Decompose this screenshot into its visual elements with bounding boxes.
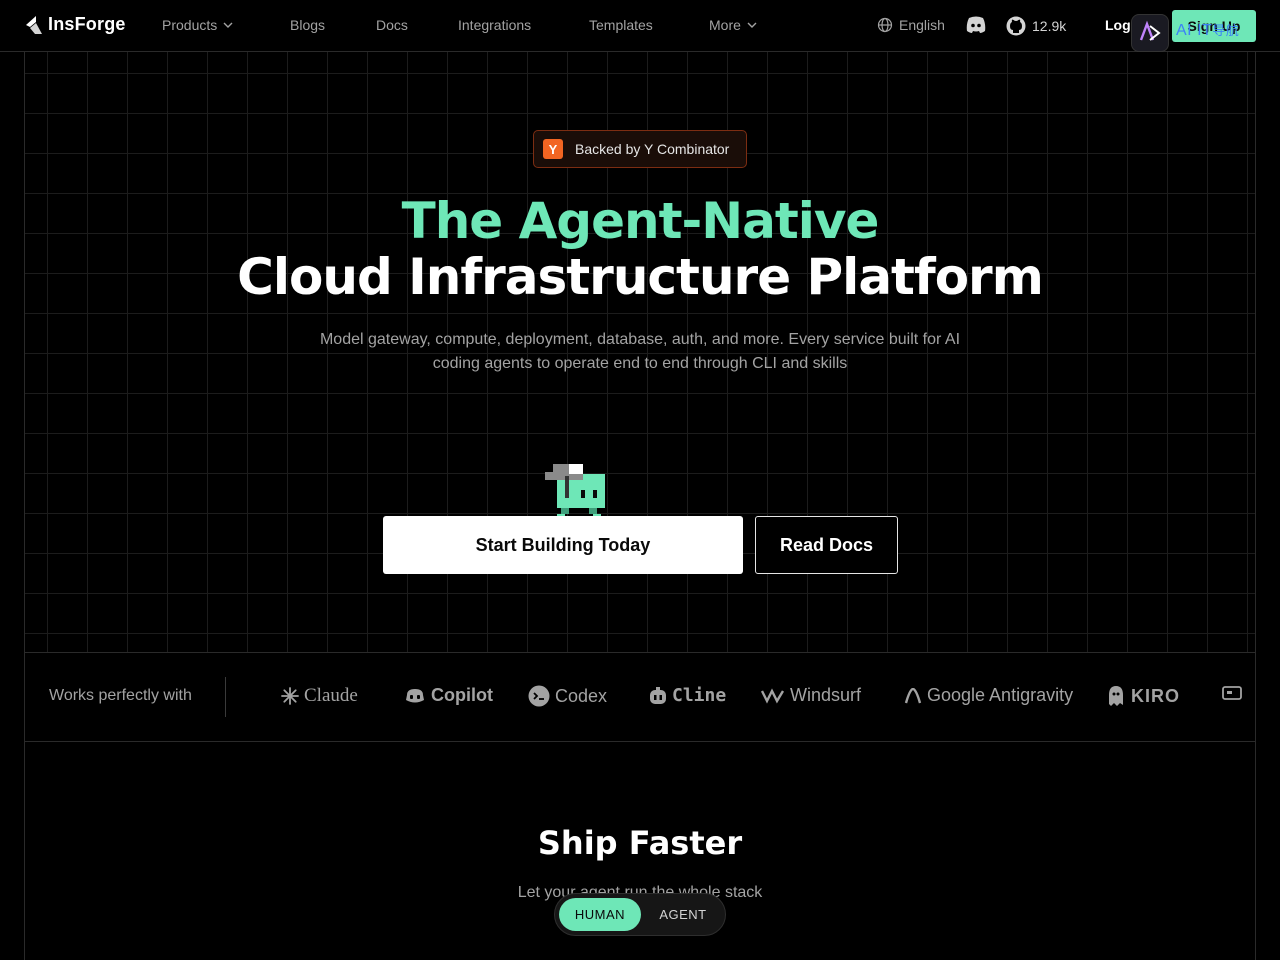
windsurf-icon [761, 687, 785, 704]
github-icon [1006, 16, 1026, 36]
partner-windsurf[interactable]: Windsurf [761, 685, 861, 706]
partner-windsurf-label: Windsurf [790, 685, 862, 705]
partner-codex-label: Codex [555, 685, 608, 706]
github-link[interactable]: 12.9k [1006, 16, 1066, 36]
mascot-robot-icon [545, 464, 605, 518]
claude-icon [281, 687, 299, 705]
ship-faster-title: Ship Faster [537, 824, 743, 862]
brand-logo[interactable]: InsForge [24, 14, 126, 35]
nav-integrations-label: Integrations [458, 17, 532, 33]
top-nav: InsForge Products Blogs Docs Integration… [0, 0, 1280, 52]
chevron-down-icon [747, 22, 757, 28]
toggle-human[interactable]: HUMAN [559, 898, 641, 931]
partner-antigravity-label: Google Antigravity [927, 685, 1074, 705]
extension-overlay-text: AI IT导航 [1176, 20, 1239, 40]
strip-divider [225, 677, 226, 717]
extension-text: AI IT [1176, 22, 1213, 39]
human-agent-toggle: HUMAN AGENT [554, 893, 726, 936]
kiro-icon [1109, 686, 1123, 706]
start-building-button[interactable]: Start Building Today [383, 516, 743, 574]
chevron-down-icon [223, 22, 233, 28]
partner-claude-label: Claude [304, 685, 358, 706]
hero-subtitle: Model gateway, compute, deployment, data… [319, 331, 961, 372]
partner-antigravity[interactable]: Google Antigravity [904, 685, 1073, 706]
cline-icon [650, 686, 666, 704]
language-selector[interactable]: English [877, 17, 945, 33]
codex-icon [528, 685, 550, 707]
nav-blogs-label: Blogs [290, 17, 326, 33]
terminal-icon [1222, 686, 1242, 700]
partner-claude[interactable]: Claude [281, 685, 358, 707]
brand-name: InsForge [48, 14, 126, 34]
yc-badge[interactable]: Y Backed by Y Combinator [533, 130, 747, 168]
partner-cline-label: Cline [672, 685, 727, 706]
language-label: English [899, 17, 945, 33]
browser-extension-button[interactable] [1131, 14, 1169, 52]
nav-templates[interactable]: Templates [589, 17, 653, 33]
partner-codex[interactable]: Codex [528, 685, 607, 707]
nav-docs-label: Docs [376, 17, 408, 33]
headline-main: Cloud Infrastructure Platform [237, 248, 1044, 306]
nav-more[interactable]: More [709, 17, 757, 33]
nav-blogs[interactable]: Blogs [290, 17, 325, 33]
partner-kiro[interactable]: KIRO [1106, 685, 1180, 707]
discord-link[interactable] [965, 16, 987, 34]
integrations-label: Works perfectly with [49, 687, 192, 704]
copilot-icon [406, 688, 424, 702]
nav-integrations[interactable]: Integrations [458, 17, 531, 33]
nav-more-label: More [709, 17, 741, 33]
insforge-logo-icon [26, 15, 42, 34]
nav-docs[interactable]: Docs [376, 17, 408, 33]
yc-badge-text: Backed by Y Combinator [575, 141, 730, 157]
antigravity-icon [904, 687, 922, 703]
extension-text-cjk: 导航 [1212, 23, 1240, 38]
discord-icon [966, 16, 986, 33]
globe-icon [877, 17, 893, 33]
headline-accent: The Agent-Native [401, 192, 880, 250]
nav-products-label: Products [162, 17, 218, 33]
partner-more [1222, 685, 1242, 701]
toggle-agent[interactable]: AGENT [645, 898, 721, 931]
partner-copilot-label: Copilot [431, 685, 493, 705]
read-docs-button[interactable]: Read Docs [755, 516, 898, 574]
yc-logo-icon: Y [543, 139, 563, 159]
integrations-strip: Works perfectly with Claude Copilot Code… [24, 652, 1256, 742]
partner-copilot[interactable]: Copilot [404, 685, 493, 706]
nav-products[interactable]: Products [162, 17, 233, 33]
extension-logo-icon [1139, 20, 1161, 41]
nav-templates-label: Templates [589, 17, 653, 33]
partner-kiro-label: KIRO [1131, 685, 1180, 706]
github-stars: 12.9k [1032, 18, 1067, 34]
partner-cline[interactable]: Cline [649, 685, 726, 706]
login-link[interactable]: Log [1105, 17, 1131, 33]
